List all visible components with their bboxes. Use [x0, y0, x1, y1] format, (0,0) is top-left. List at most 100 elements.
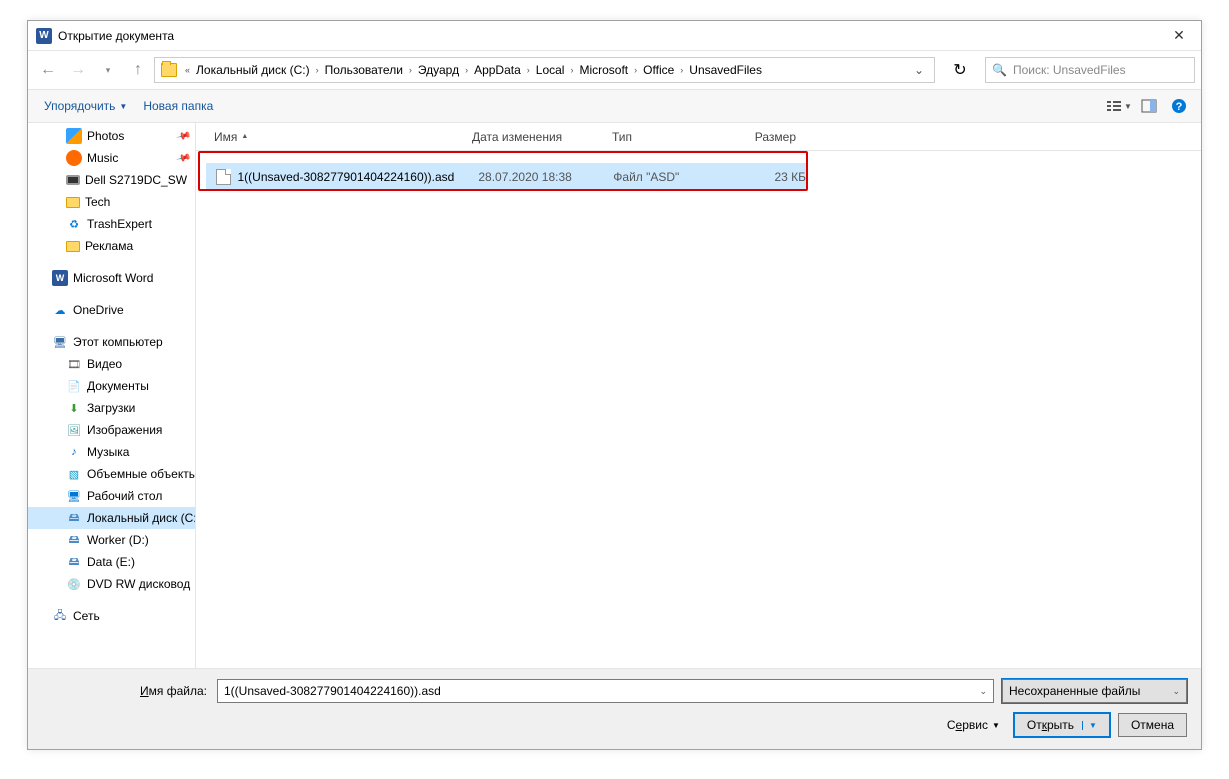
- crumb-prefix[interactable]: «: [183, 65, 192, 75]
- sidebar-item-label: Локальный диск (C:): [87, 511, 195, 525]
- sidebar-item[interactable]: ♪ Музыка: [28, 441, 195, 463]
- i-disk-icon: 🖴: [66, 532, 82, 548]
- sidebar-item-label: Музыка: [87, 445, 129, 459]
- address-dropdown[interactable]: ⌄: [908, 63, 930, 77]
- sidebar-item-label: Видео: [87, 357, 122, 371]
- svg-text:?: ?: [1176, 101, 1183, 113]
- sidebar-item[interactable]: 🖴Локальный диск (C:): [28, 507, 195, 529]
- i-disk-icon: 🖴: [66, 554, 82, 570]
- i-word-icon: W: [52, 270, 68, 286]
- tools-menu[interactable]: Сервис▼: [941, 714, 1006, 736]
- sidebar-item[interactable]: WMicrosoft Word: [28, 267, 195, 289]
- address-bar[interactable]: « Локальный диск (C:)› Пользователи› Эду…: [154, 57, 935, 83]
- sidebar-item[interactable]: 🖴 Worker (D:): [28, 529, 195, 551]
- crumb[interactable]: Локальный диск (C:): [192, 63, 314, 77]
- i-musicn-icon: ♪: [66, 444, 82, 460]
- col-name[interactable]: Имя▲: [206, 130, 464, 144]
- crumb[interactable]: AppData: [470, 63, 525, 77]
- crumb[interactable]: Пользователи: [321, 63, 407, 77]
- close-button[interactable]: ✕: [1159, 22, 1199, 50]
- open-button[interactable]: Открыть▼: [1014, 713, 1110, 737]
- i-dl-icon: ⬇: [66, 400, 82, 416]
- sidebar-item[interactable]: 💿DVD RW дисковод: [28, 573, 195, 595]
- navigation-bar: ← → ▾ ↑ « Локальный диск (C:)› Пользоват…: [28, 51, 1201, 89]
- i-desk-icon: 🖥: [66, 488, 82, 504]
- sidebar-item-label: Dell S2719DC_SW: [85, 173, 187, 187]
- crumb[interactable]: Microsoft: [575, 63, 632, 77]
- sidebar-item[interactable]: ⬇ Загрузки: [28, 397, 195, 419]
- col-type[interactable]: Тип: [604, 130, 724, 144]
- column-headers: Имя▲ Дата изменения Тип Размер: [196, 123, 1201, 151]
- view-options-button[interactable]: ▼: [1105, 93, 1133, 119]
- pin-icon: 📌: [175, 150, 191, 166]
- i-dvd-icon: 💿: [66, 576, 82, 592]
- sidebar-item-label: OneDrive: [73, 303, 124, 317]
- word-app-icon: W: [36, 28, 52, 44]
- i-pc-icon: 🖥: [52, 334, 68, 350]
- sidebar-item-label: Worker (D:): [87, 533, 149, 547]
- sidebar-item[interactable]: 🖴 Data (E:): [28, 551, 195, 573]
- command-bar: Упорядочить▼ Новая папка ▼ ?: [28, 89, 1201, 123]
- col-size[interactable]: Размер: [724, 130, 804, 144]
- i-net-icon: 🖧: [52, 608, 68, 624]
- crumb[interactable]: Office: [639, 63, 678, 77]
- i-music-icon: [66, 150, 82, 166]
- sidebar-item[interactable]: 📄Документы: [28, 375, 195, 397]
- sidebar-item[interactable]: 🖥Этот компьютер: [28, 331, 195, 353]
- sidebar-item-label: Рабочий стол: [87, 489, 162, 503]
- sidebar-item-label: Tech: [85, 195, 110, 209]
- sidebar-item[interactable]: 🖧 Сеть: [28, 605, 195, 627]
- i-video-icon: 🎞: [66, 356, 82, 372]
- i-trash-icon: ♻: [66, 216, 82, 232]
- crumb[interactable]: UnsavedFiles: [685, 63, 766, 77]
- sidebar-item[interactable]: Photos📌: [28, 125, 195, 147]
- help-button[interactable]: ?: [1165, 93, 1193, 119]
- col-modified[interactable]: Дата изменения: [464, 130, 604, 144]
- sidebar-item[interactable]: 🖼Изображения: [28, 419, 195, 441]
- up-button[interactable]: ↑: [124, 56, 152, 84]
- i-monitor-icon: [66, 175, 80, 185]
- i-onedrive-icon: ☁: [52, 302, 68, 318]
- sidebar-item[interactable]: 🎞 Видео: [28, 353, 195, 375]
- sidebar-item[interactable]: Dell S2719DC_SW: [28, 169, 195, 191]
- filename-dropdown[interactable]: ⌄: [979, 686, 987, 697]
- sidebar-item-label: Объемные объекты: [87, 467, 195, 481]
- refresh-button[interactable]: ↻: [945, 57, 975, 83]
- organize-menu[interactable]: Упорядочить▼: [36, 95, 135, 117]
- search-placeholder: Поиск: UnsavedFiles: [1013, 63, 1126, 77]
- sidebar-item-label: Загрузки: [87, 401, 135, 415]
- cancel-button[interactable]: Отмена: [1118, 713, 1187, 737]
- forward-button[interactable]: →: [64, 56, 92, 84]
- folder-icon: [161, 63, 177, 77]
- back-button[interactable]: ←: [34, 56, 62, 84]
- sidebar-item[interactable]: Tech: [28, 191, 195, 213]
- sidebar-item[interactable]: 🖥 Рабочий стол: [28, 485, 195, 507]
- crumb[interactable]: Эдуард: [414, 63, 463, 77]
- recent-dropdown[interactable]: ▾: [94, 56, 122, 84]
- sidebar-item[interactable]: Music 📌: [28, 147, 195, 169]
- dialog-title: Открытие документа: [58, 29, 174, 43]
- sidebar-item[interactable]: Реклама: [28, 235, 195, 257]
- open-split-dropdown[interactable]: ▼: [1082, 721, 1097, 730]
- titlebar: W Открытие документа ✕: [28, 21, 1201, 51]
- sidebar-item-label: Реклама: [85, 239, 133, 253]
- sidebar-item[interactable]: ▧Объемные объекты: [28, 463, 195, 485]
- new-folder-button[interactable]: Новая папка: [135, 95, 221, 117]
- file-type-filter[interactable]: Несохраненные файлы ⌄: [1002, 679, 1187, 703]
- filename-input[interactable]: 1((Unsaved-308277901404224160)).asd ⌄: [217, 679, 994, 703]
- sidebar-item-label: Data (E:): [87, 555, 135, 569]
- i-folder-icon: [66, 241, 80, 252]
- preview-pane-button[interactable]: [1135, 93, 1163, 119]
- crumb[interactable]: Local: [532, 63, 569, 77]
- sidebar-item[interactable]: ☁ OneDrive: [28, 299, 195, 321]
- search-box[interactable]: 🔍 Поиск: UnsavedFiles: [985, 57, 1195, 83]
- sidebar-item-label: Photos: [87, 129, 124, 143]
- search-icon: 🔍: [992, 63, 1007, 77]
- sidebar-item-label: TrashExpert: [87, 217, 152, 231]
- sidebar-item[interactable]: ♻ TrashExpert: [28, 213, 195, 235]
- sidebar-item-label: Изображения: [87, 423, 162, 437]
- sidebar-item-label: Music: [87, 151, 118, 165]
- red-highlight-annotation: [198, 151, 808, 191]
- navigation-pane: Photos📌 Music 📌 Dell S2719DC_SW Tech♻ TrashEx…: [28, 123, 196, 668]
- sidebar-item-label: Сеть: [73, 609, 100, 623]
